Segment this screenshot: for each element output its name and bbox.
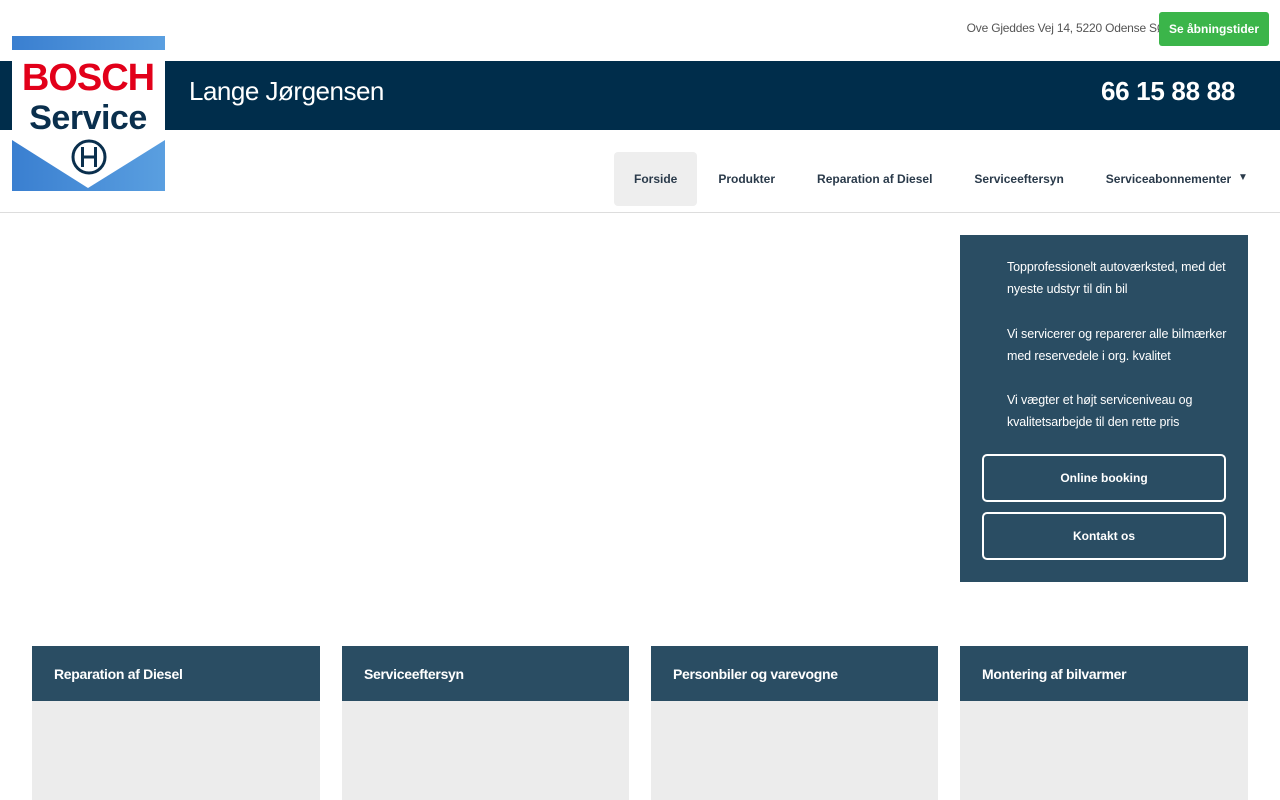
nav-item-serviceabonnementer[interactable]: Serviceabonnementer: [1085, 152, 1252, 206]
service-card[interactable]: Reparation af Diesel: [32, 646, 320, 800]
nav-item-produkter[interactable]: Produkter: [697, 152, 796, 206]
card-title[interactable]: Serviceeftersyn: [342, 646, 629, 701]
top-bar: Ove Gjeddes Vej 14, 5220 Odense SØ Se åb…: [0, 0, 1280, 61]
nav-item-serviceeftersyn[interactable]: Serviceeftersyn: [953, 152, 1084, 206]
online-booking-button[interactable]: Online booking: [982, 454, 1226, 502]
company-name: Lange Jørgensen: [189, 76, 384, 106]
info-panel: Topprofessionelt autoværksted, med det n…: [960, 235, 1248, 582]
address-text: Ove Gjeddes Vej 14, 5220 Odense SØ: [966, 21, 1167, 35]
service-card[interactable]: Serviceeftersyn: [342, 646, 629, 800]
card-title[interactable]: Reparation af Diesel: [32, 646, 320, 701]
info-line-2: Vi servicerer og reparerer alle bilmærke…: [1007, 327, 1227, 363]
main-nav: Forside Produkter Reparation af Diesel S…: [614, 152, 1252, 206]
nav-more-dropdown-icon[interactable]: ▼: [1238, 172, 1248, 183]
service-card[interactable]: Montering af bilvarmer: [960, 646, 1248, 800]
nav-item-forside[interactable]: Forside: [614, 152, 698, 206]
header-divider: [0, 212, 1280, 213]
contact-button[interactable]: Kontakt os: [982, 512, 1226, 560]
bosch-service-logo[interactable]: BOSCH Service: [12, 36, 165, 191]
svg-text:Service: Service: [29, 99, 147, 137]
service-card[interactable]: Personbiler og varevogne: [651, 646, 938, 800]
card-title[interactable]: Montering af bilvarmer: [960, 646, 1248, 701]
info-line-1: Topprofessionelt autoværksted, med det n…: [1007, 260, 1226, 296]
info-line-3: Vi vægter et højt serviceniveau og kvali…: [1007, 393, 1193, 429]
phone-number[interactable]: 66 15 88 88: [1101, 76, 1235, 107]
opening-hours-button[interactable]: Se åbningstider: [1158, 12, 1269, 46]
svg-text:BOSCH: BOSCH: [22, 57, 154, 99]
nav-item-reparation-diesel[interactable]: Reparation af Diesel: [796, 152, 953, 206]
card-title[interactable]: Personbiler og varevogne: [651, 646, 938, 701]
